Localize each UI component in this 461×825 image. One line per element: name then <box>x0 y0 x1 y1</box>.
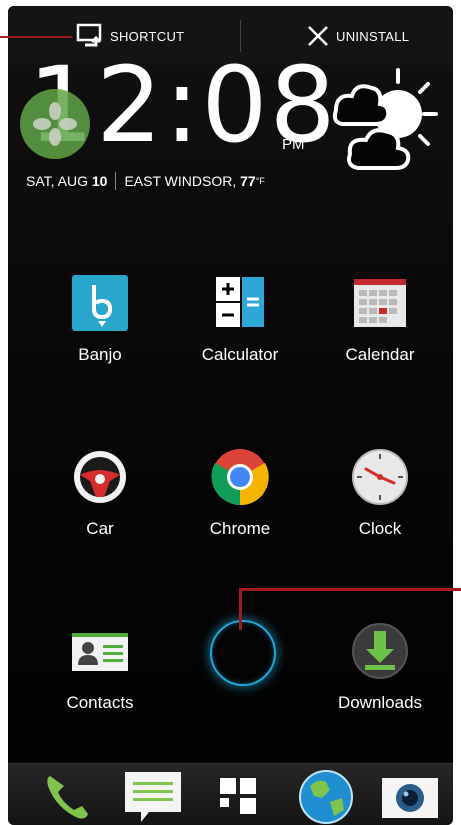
callout-line-drop-target-h <box>240 588 461 591</box>
app-calendar[interactable]: Calendar <box>310 273 450 383</box>
dock-browser[interactable] <box>296 768 356 825</box>
app-label: Car <box>86 519 114 538</box>
dock-phone[interactable] <box>38 768 98 825</box>
apps-grid-icon <box>220 778 256 814</box>
dock-messages[interactable] <box>123 768 183 825</box>
phone-screen: SHORTCUT UNINSTALL 12:08 PM SAT, AUG 10 … <box>8 6 453 825</box>
app-car[interactable]: Car <box>30 447 170 557</box>
clock-temp-unit: °F <box>255 176 265 186</box>
shortcut-label: SHORTCUT <box>110 28 185 44</box>
drop-target-circle[interactable] <box>210 620 276 686</box>
car-steering-wheel-icon <box>70 447 130 507</box>
clover-icon <box>33 102 77 146</box>
app-label: Banjo <box>78 345 122 364</box>
clock-date: 10 <box>91 173 108 189</box>
app-label: Calendar <box>345 345 415 364</box>
clock-day: SAT, AUG <box>26 173 88 189</box>
dock-apps[interactable] <box>208 768 268 825</box>
dock-bar <box>8 763 453 825</box>
app-chrome[interactable]: Chrome <box>170 447 310 557</box>
dragged-app-icon[interactable] <box>20 89 90 159</box>
contacts-icon <box>70 621 130 681</box>
clock-location: EAST WINDSOR, <box>124 173 237 189</box>
chrome-icon <box>210 447 270 507</box>
callout-line-drop-target-v <box>239 588 242 630</box>
app-label: Clock <box>358 519 402 538</box>
clock-icon <box>350 447 410 507</box>
phone-icon <box>47 776 88 819</box>
calendar-icon <box>350 273 410 333</box>
dock-camera[interactable] <box>380 768 440 825</box>
weather-sun-cloud-icon[interactable] <box>328 64 440 177</box>
calculator-icon <box>210 273 270 333</box>
clock-ampm: PM <box>282 136 305 153</box>
callout-line-shortcut <box>0 36 72 38</box>
app-contacts[interactable]: Contacts <box>30 621 170 731</box>
app-label: Calculator <box>201 345 279 364</box>
camera-icon <box>382 778 438 818</box>
app-clock[interactable]: Clock <box>310 447 450 557</box>
uninstall-label: UNINSTALL <box>336 28 410 44</box>
banjo-icon <box>70 273 130 333</box>
browser-globe-icon <box>299 770 353 824</box>
app-banjo[interactable]: Banjo <box>30 273 170 383</box>
messages-icon <box>125 772 181 822</box>
clock-temp: 77 <box>240 173 256 189</box>
app-label: Contacts <box>66 693 134 712</box>
app-downloads[interactable]: Downloads <box>310 621 450 731</box>
date-location-line: SAT, AUG 10 EAST WINDSOR, 77 °F <box>26 172 265 190</box>
info-separator <box>115 172 117 190</box>
app-calculator[interactable]: Calculator <box>170 273 310 383</box>
app-label: Downloads <box>337 693 423 712</box>
downloads-icon <box>350 621 410 681</box>
app-label: Chrome <box>209 519 271 538</box>
